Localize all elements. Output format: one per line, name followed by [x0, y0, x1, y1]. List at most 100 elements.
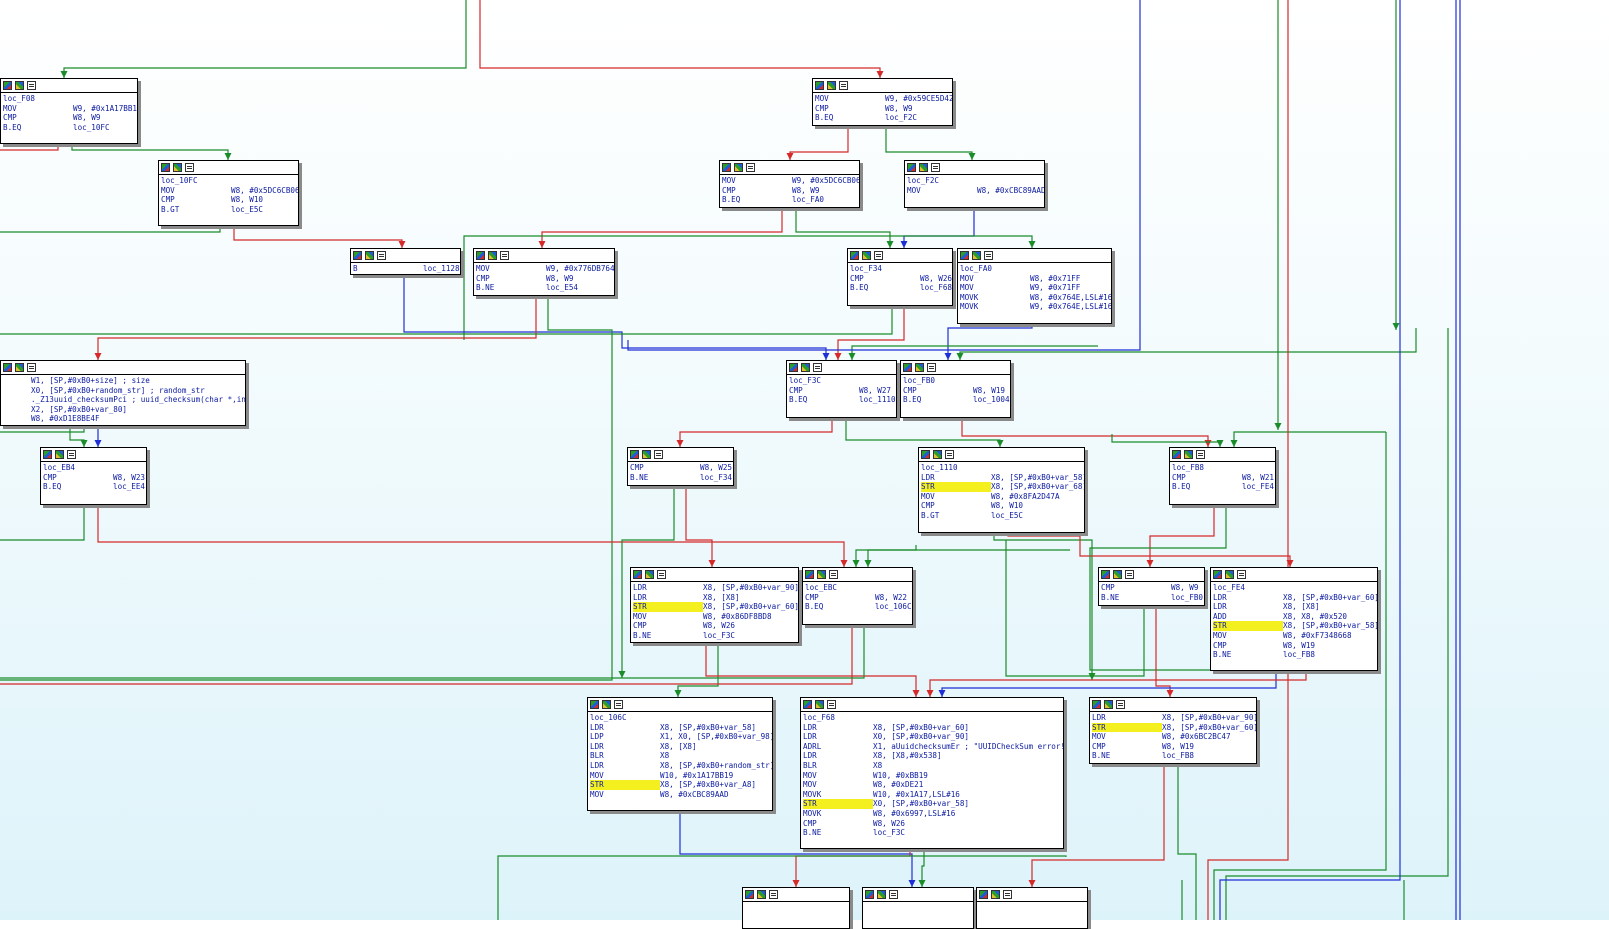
text-view-icon[interactable] [827, 700, 836, 709]
text-view-icon[interactable] [769, 890, 778, 899]
basic-block-fb0[interactable]: loc_FB0 CMP W8, W19 B.EQ loc_1004 [900, 360, 1011, 418]
basic-block-f2c[interactable]: loc_F2C MOV W8, #0xCBC89AAD [904, 160, 1045, 208]
text-view-icon[interactable] [945, 450, 954, 459]
basic-block-ldr90[interactable]: LDR X8, [SP,#0xB0+var_90] LDR X8, [X8] STR X8… [630, 567, 799, 643]
graph-color-icon[interactable] [789, 363, 798, 372]
graph-color-icon[interactable] [476, 251, 485, 260]
graph-overview-icon[interactable] [933, 450, 942, 459]
graph-color-icon[interactable] [803, 700, 812, 709]
graph-color-icon[interactable] [979, 890, 988, 899]
text-view-icon[interactable] [1196, 450, 1205, 459]
graph-overview-icon[interactable] [734, 163, 743, 172]
graph-overview-icon[interactable] [15, 81, 24, 90]
text-view-icon[interactable] [984, 251, 993, 260]
text-view-icon[interactable] [654, 450, 663, 459]
basic-block-mov776[interactable]: MOV W9, #0x776DB764 CMP W8, W9 B.NE loc_E54 [473, 248, 615, 296]
text-view-icon[interactable] [67, 450, 76, 459]
graph-color-icon[interactable] [815, 81, 824, 90]
text-view-icon[interactable] [614, 700, 623, 709]
graph-color-icon[interactable] [960, 251, 969, 260]
text-view-icon[interactable] [500, 251, 509, 260]
graph-color-icon[interactable] [865, 890, 874, 899]
basic-block-106c[interactable]: loc_106C LDR X8, [SP,#0xB0+var_58] LDP X1, X… [587, 697, 773, 811]
graph-color-icon[interactable] [353, 251, 362, 260]
graph-overview-icon[interactable] [877, 890, 886, 899]
text-view-icon[interactable] [931, 163, 940, 172]
graph-overview-icon[interactable] [645, 570, 654, 579]
basic-block-cmp25[interactable]: CMP W8, W25 B.NE loc_F34 [627, 447, 734, 486]
graph-color-icon[interactable] [590, 700, 599, 709]
text-view-icon[interactable] [839, 81, 848, 90]
graph-overview-icon[interactable] [365, 251, 374, 260]
text-view-icon[interactable] [185, 163, 194, 172]
basic-block-f34[interactable]: loc_F34 CMP W8, W26 B.EQ loc_F68 [847, 248, 953, 306]
graph-overview-icon[interactable] [862, 251, 871, 260]
graph-color-icon[interactable] [903, 363, 912, 372]
basic-block-ebc[interactable]: loc_EBC CMP W8, W22 B.EQ loc_106C [802, 567, 913, 625]
text-view-icon[interactable] [874, 251, 883, 260]
basic-block-mov59c[interactable]: MOV W9, #0x59CE5D42 CMP W8, W9 B.EQ loc_F2C [812, 78, 953, 126]
text-view-icon[interactable] [377, 251, 386, 260]
text-view-icon[interactable] [927, 363, 936, 372]
graph-overview-icon[interactable] [642, 450, 651, 459]
text-view-icon[interactable] [27, 81, 36, 90]
graph-color-icon[interactable] [3, 81, 12, 90]
graph-color-icon[interactable] [161, 163, 170, 172]
graph-color-icon[interactable] [633, 570, 642, 579]
graph-overview-icon[interactable] [815, 700, 824, 709]
graph-color-icon[interactable] [1092, 700, 1101, 709]
graph-overview-icon[interactable] [919, 163, 928, 172]
basic-block-ldr90b[interactable]: LDR X8, [SP,#0xB0+var_90] STR X8, [SP,#0xB0… [1089, 697, 1257, 764]
graph-color-icon[interactable] [805, 570, 814, 579]
graph-overview-icon[interactable] [972, 251, 981, 260]
graph-overview-icon[interactable] [1113, 570, 1122, 579]
graph-overview-icon[interactable] [15, 363, 24, 372]
graph-overview-icon[interactable] [1184, 450, 1193, 459]
text-view-icon[interactable] [889, 890, 898, 899]
graph-color-icon[interactable] [722, 163, 731, 172]
text-view-icon[interactable] [746, 163, 755, 172]
text-view-icon[interactable] [1003, 890, 1012, 899]
graph-color-icon[interactable] [745, 890, 754, 899]
basic-block-fe4[interactable]: loc_FE4 LDR X8, [SP,#0xB0+var_60] LDR X8, [X… [1210, 567, 1378, 671]
graph-color-icon[interactable] [1172, 450, 1181, 459]
graph-color-icon[interactable] [3, 363, 12, 372]
graph-overview-icon[interactable] [1104, 700, 1113, 709]
basic-block-b3[interactable] [976, 887, 1088, 929]
graph-color-icon[interactable] [1213, 570, 1222, 579]
basic-block-f08[interactable]: loc_F08 MOV W9, #0x1A17BB1A CMP W8, W9 B.EQ lo… [0, 78, 138, 144]
basic-block-fa0[interactable]: loc_FA0 MOV W8, #0x71FF MOV W9, #0x71FF MOVK W… [957, 248, 1112, 324]
graph-view-canvas[interactable]: loc_F08 MOV W9, #0x1A17BB1A CMP W8, W9 B.EQ lo… [0, 0, 1609, 929]
graph-color-icon[interactable] [907, 163, 916, 172]
basic-block-f3c[interactable]: loc_F3C CMP W8, W27 B.EQ loc_1110 [786, 360, 897, 418]
text-view-icon[interactable] [27, 363, 36, 372]
basic-block-f68[interactable]: loc_F68 LDR X8, [SP,#0xB0+var_60] LDR X0, [S… [800, 697, 1064, 849]
basic-block-fb8[interactable]: loc_FB8 CMP W8, W21 B.EQ loc_FE4 [1169, 447, 1276, 505]
text-view-icon[interactable] [657, 570, 666, 579]
text-view-icon[interactable] [1125, 570, 1134, 579]
graph-overview-icon[interactable] [173, 163, 182, 172]
text-view-icon[interactable] [1237, 570, 1246, 579]
basic-block-call[interactable]: W1, [SP,#0xB0+size] ; size X0, [SP,#0xB0+… [0, 360, 246, 426]
graph-overview-icon[interactable] [801, 363, 810, 372]
graph-overview-icon[interactable] [1225, 570, 1234, 579]
graph-overview-icon[interactable] [488, 251, 497, 260]
basic-block-10fc[interactable]: loc_10FC MOV W8, #0x5DC6CB06 CMP W8, W10 B.GT… [158, 160, 299, 226]
basic-block-b1[interactable] [742, 887, 850, 929]
graph-color-icon[interactable] [630, 450, 639, 459]
text-view-icon[interactable] [813, 363, 822, 372]
text-view-icon[interactable] [829, 570, 838, 579]
graph-color-icon[interactable] [1101, 570, 1110, 579]
graph-overview-icon[interactable] [827, 81, 836, 90]
basic-block-eb4[interactable]: loc_EB4 CMP W8, W23 B.EQ loc_EE4 [40, 447, 147, 505]
basic-block-b2[interactable] [862, 887, 974, 929]
graph-overview-icon[interactable] [817, 570, 826, 579]
graph-overview-icon[interactable] [55, 450, 64, 459]
graph-overview-icon[interactable] [757, 890, 766, 899]
graph-color-icon[interactable] [850, 251, 859, 260]
graph-color-icon[interactable] [43, 450, 52, 459]
basic-block-cmp9[interactable]: CMP W8, W9 B.NE loc_FB0 [1098, 567, 1205, 606]
basic-block-1110[interactable]: loc_1110 LDR X8, [SP,#0xB0+var_58] STR X8, [… [918, 447, 1085, 533]
graph-overview-icon[interactable] [602, 700, 611, 709]
graph-overview-icon[interactable] [915, 363, 924, 372]
